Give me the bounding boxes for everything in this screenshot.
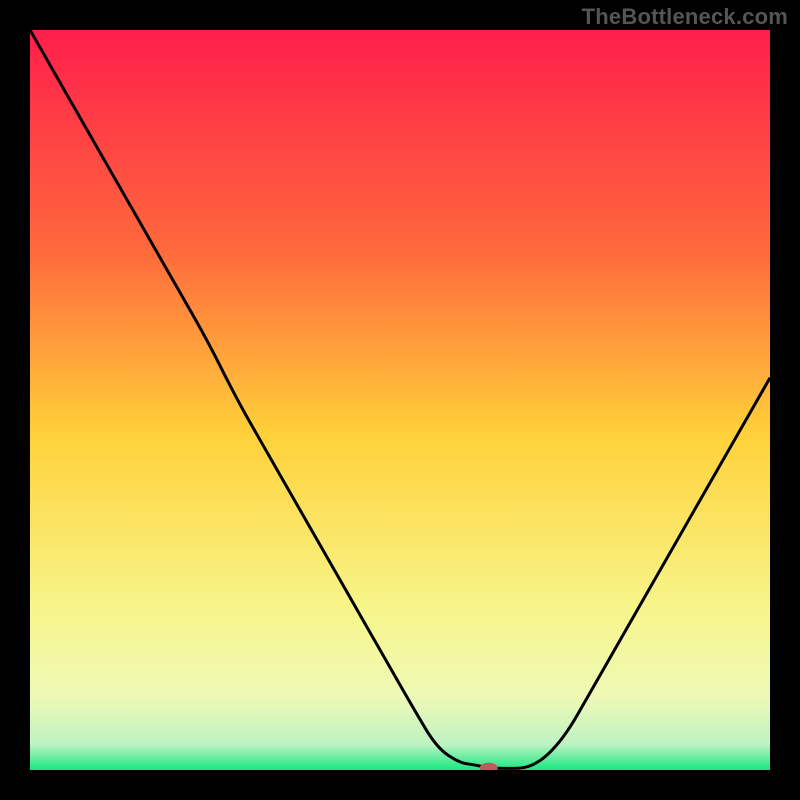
plot-background xyxy=(30,30,770,770)
watermark-text: TheBottleneck.com xyxy=(582,4,788,30)
chart-frame: TheBottleneck.com xyxy=(0,0,800,800)
bottleneck-chart xyxy=(30,30,770,770)
